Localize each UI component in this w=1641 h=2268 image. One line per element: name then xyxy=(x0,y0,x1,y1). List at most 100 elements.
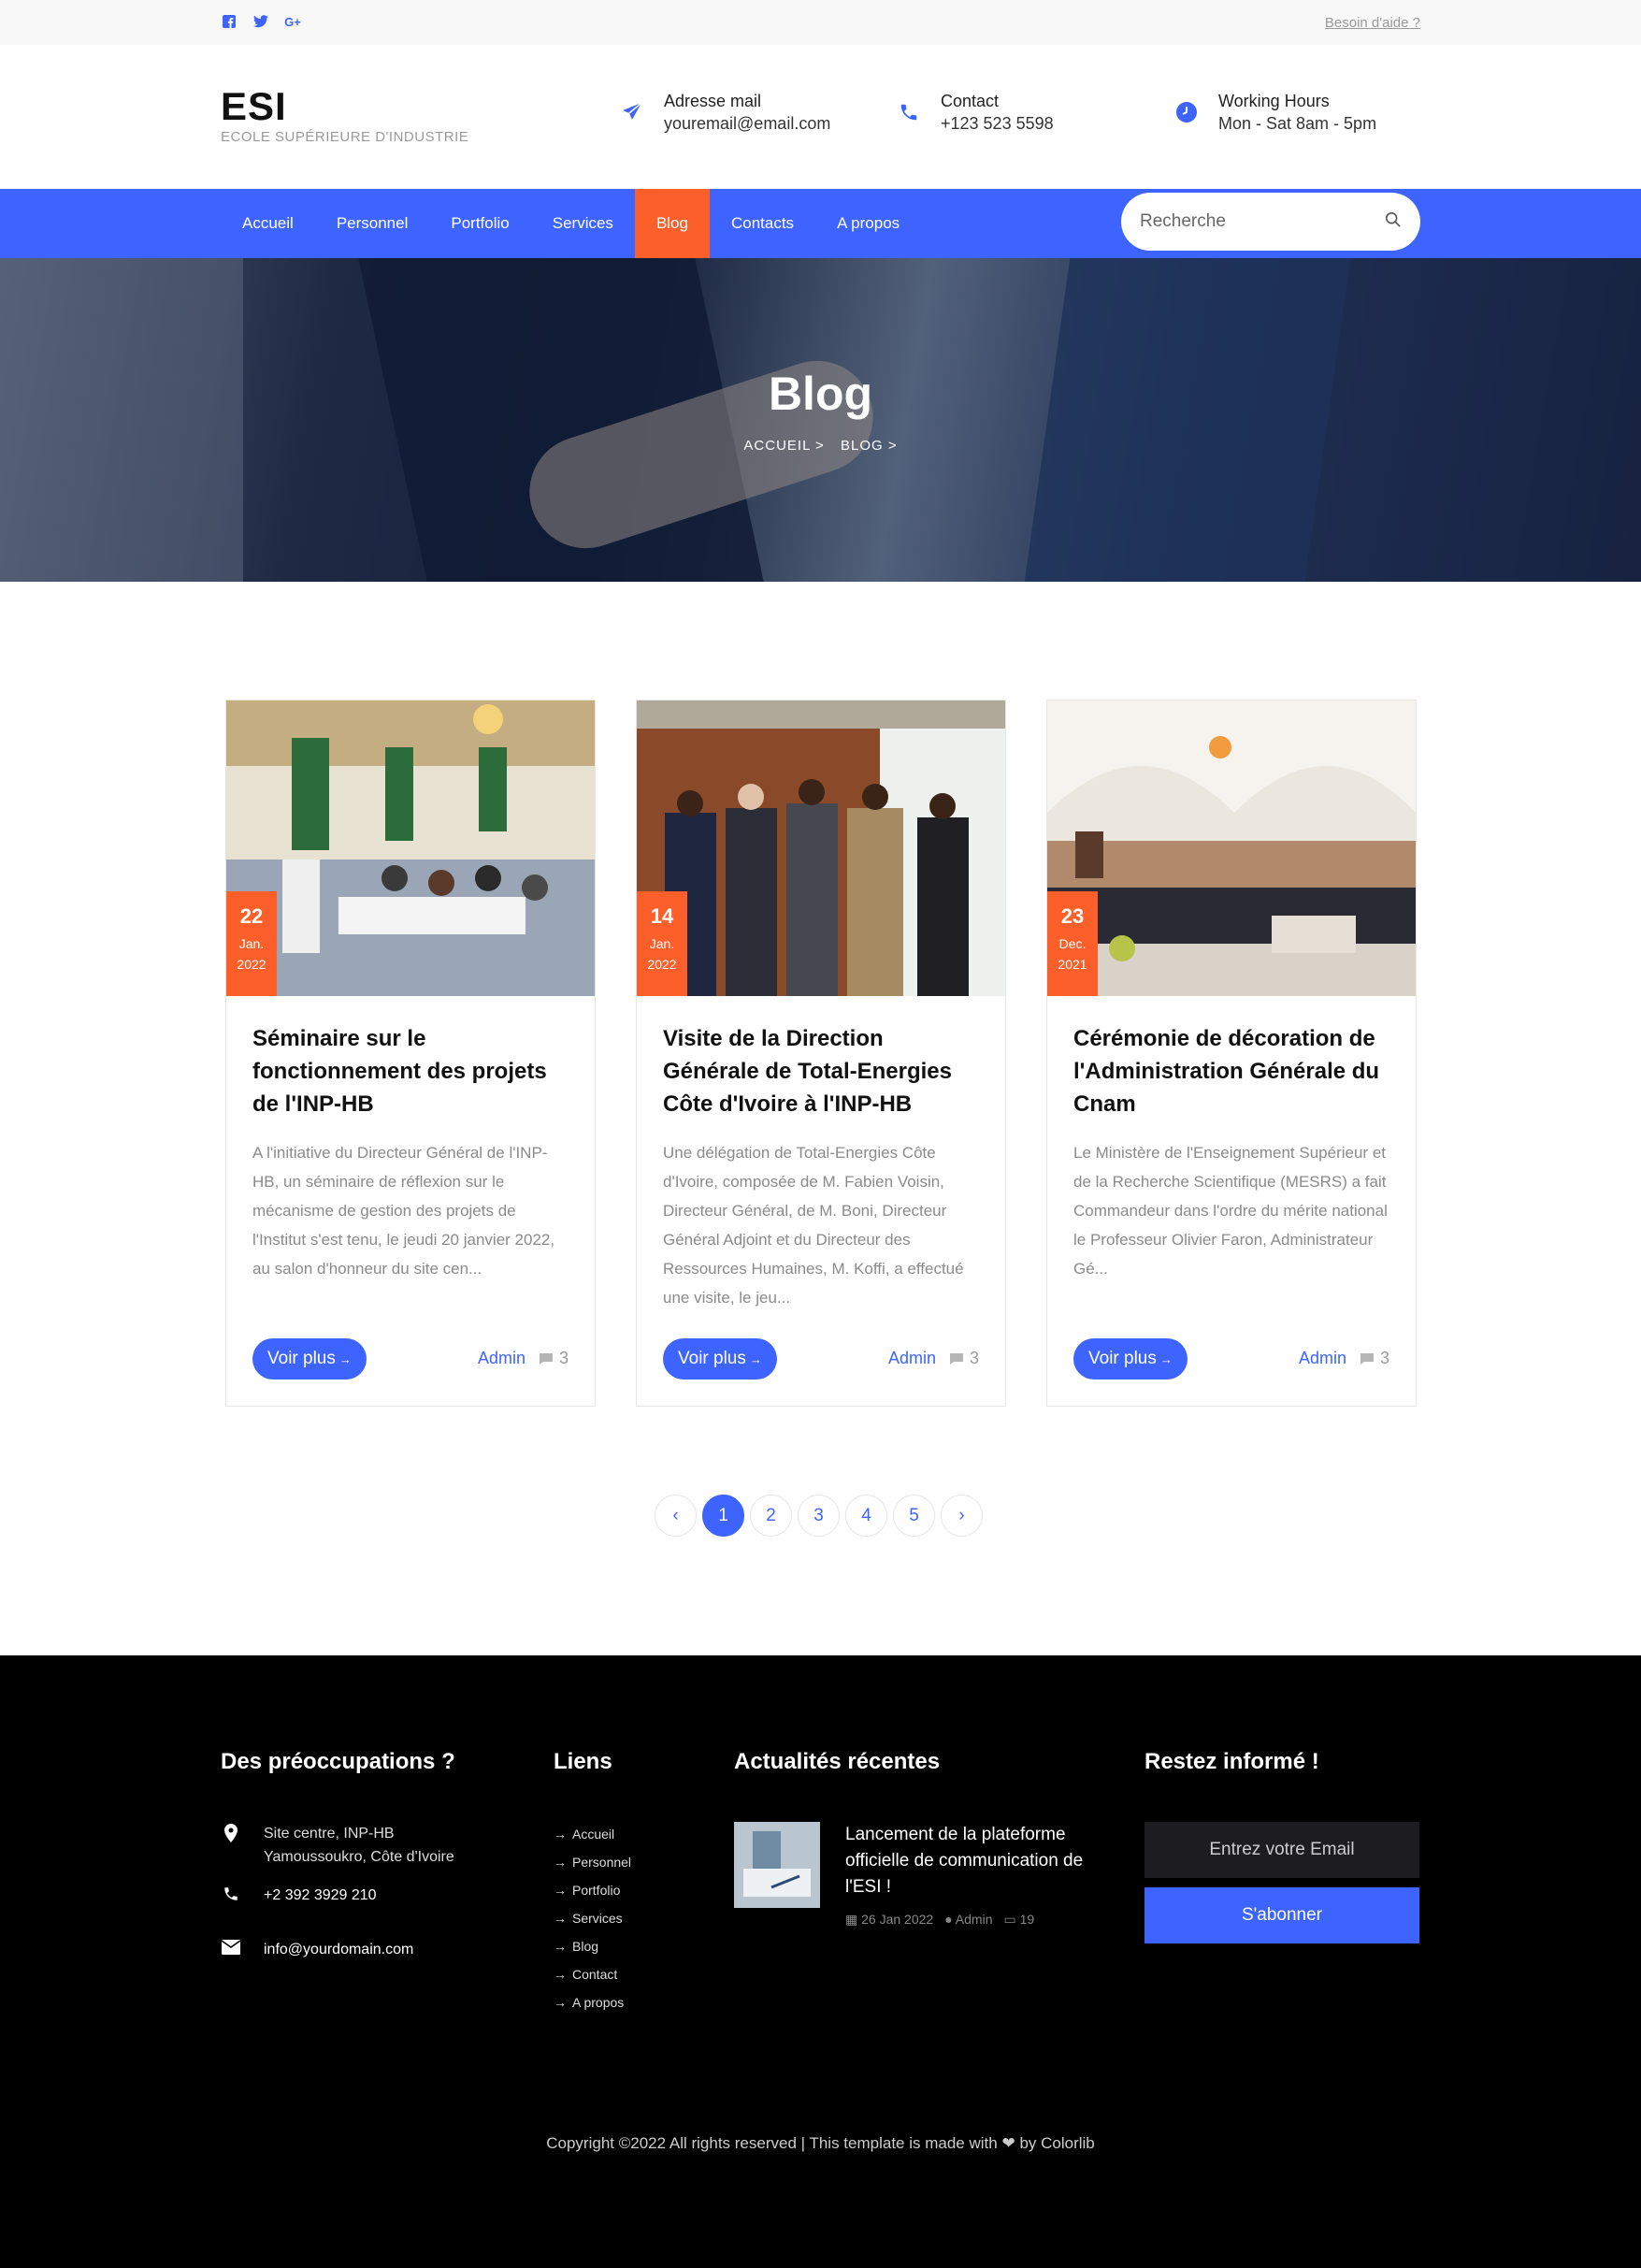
breadcrumb-home[interactable]: ACCUEIL > xyxy=(743,438,824,454)
footer-heading-contact: Des préoccupations ? xyxy=(221,1749,455,1774)
post-image[interactable] xyxy=(1047,701,1416,996)
breadcrumb: ACCUEIL > BLOG > xyxy=(0,438,1641,454)
footer-phone-text[interactable]: +2 392 3929 210 xyxy=(264,1884,377,1907)
read-more-button[interactable]: Voir plus → xyxy=(1073,1338,1188,1380)
read-more-label: Voir plus xyxy=(678,1349,746,1368)
comment-count: 3 xyxy=(558,1349,569,1367)
clock-icon xyxy=(1173,99,1200,125)
footer-link-label: Services xyxy=(572,1911,623,1926)
copyright-text: Copyright ©2022 All rights reserved | Th… xyxy=(546,2134,998,2152)
post-comments[interactable]: 3 xyxy=(1360,1349,1389,1368)
user-icon: ● xyxy=(944,1912,953,1927)
nav-items: Accueil Personnel Portfolio Services Blo… xyxy=(221,189,921,258)
post-comments[interactable]: 3 xyxy=(949,1349,979,1368)
info-contact-label: Contact xyxy=(941,92,1000,110)
post-image[interactable] xyxy=(226,701,595,996)
info-hours-label: Working Hours xyxy=(1218,92,1330,110)
google-plus-icon[interactable]: G+ xyxy=(284,13,301,30)
read-more-button[interactable]: Voir plus → xyxy=(663,1338,777,1380)
pagination-page-4[interactable]: 4 xyxy=(845,1495,887,1537)
copyright-credit[interactable]: by Colorlib xyxy=(1019,2134,1094,2152)
comment-count: 3 xyxy=(969,1349,979,1367)
post-author[interactable]: Admin xyxy=(478,1349,525,1368)
post-title[interactable]: Séminaire sur le fonctionnement des proj… xyxy=(252,1022,570,1120)
footer-link[interactable]: → Services xyxy=(554,1904,637,1932)
pagination-page-1[interactable]: 1 xyxy=(702,1495,744,1537)
logo-subtitle: ECOLE SUPÉRIEURE D'INDUSTRIE xyxy=(221,129,469,145)
nav-item-accueil[interactable]: Accueil xyxy=(221,189,315,258)
header: ESI ECOLE SUPÉRIEURE D'INDUSTRIE Adresse… xyxy=(0,45,1641,189)
footer-link[interactable]: → Personnel xyxy=(554,1848,637,1876)
logo[interactable]: ESI ECOLE SUPÉRIEURE D'INDUSTRIE xyxy=(221,86,469,146)
footer-email-text[interactable]: info@yourdomain.com xyxy=(264,1938,413,1961)
post-image[interactable] xyxy=(637,701,1005,996)
info-hours-value: Mon - Sat 8am - 5pm xyxy=(1218,114,1377,133)
help-link[interactable]: Besoin d'aide ? xyxy=(1325,15,1420,31)
footer-link[interactable]: → Portfolio xyxy=(554,1876,637,1904)
twitter-icon[interactable] xyxy=(252,13,269,30)
nav-item-a-propos[interactable]: A propos xyxy=(815,189,921,258)
post-day: 14 xyxy=(650,904,674,928)
paper-plane-icon xyxy=(619,99,645,125)
read-more-button[interactable]: Voir plus → xyxy=(252,1338,367,1380)
footer-link[interactable]: → Accueil xyxy=(554,1820,637,1848)
post-month: Dec. xyxy=(1058,936,1087,951)
post-date-badge: 23 Dec. 2021 xyxy=(1047,891,1098,996)
news-thumbnail[interactable] xyxy=(734,1822,820,1908)
post-meta: Admin 3 xyxy=(1299,1349,1389,1368)
info-hours: Working Hours Mon - Sat 8am - 5pm xyxy=(1173,90,1376,135)
post-date-badge: 22 Jan. 2022 xyxy=(226,891,277,996)
nav-item-services[interactable]: Services xyxy=(531,189,635,258)
arrow-right-icon: → xyxy=(554,1939,567,1954)
news-comments: ▭ 19 xyxy=(1003,1912,1034,1928)
topbar: G+ Besoin d'aide ? xyxy=(0,0,1641,45)
pagination-next[interactable]: › xyxy=(941,1495,983,1537)
footer-heading-links: Liens xyxy=(554,1749,612,1774)
footer-link[interactable]: → A propos xyxy=(554,1988,637,2016)
news-date-text: 26 Jan 2022 xyxy=(861,1912,934,1927)
news-meta: ▦ 26 Jan 2022 ● Admin ▭ 19 xyxy=(845,1912,1034,1928)
footer-link-label: Blog xyxy=(572,1939,599,1954)
footer-link[interactable]: → Blog xyxy=(554,1932,637,1960)
copyright: Copyright ©2022 All rights reserved | Th… xyxy=(0,2134,1641,2153)
subscribe-button[interactable]: S'abonner xyxy=(1144,1887,1419,1943)
post-title[interactable]: Visite de la Direction Générale de Total… xyxy=(663,1022,981,1120)
nav-item-portfolio[interactable]: Portfolio xyxy=(429,189,530,258)
search-icon[interactable] xyxy=(1385,211,1402,233)
footer: Des préoccupations ? Site centre, INP-HB… xyxy=(0,1655,1641,2268)
footer-link-label: A propos xyxy=(572,1995,625,2010)
pagination-prev[interactable]: ‹ xyxy=(655,1495,697,1537)
nav-item-contacts[interactable]: Contacts xyxy=(710,189,815,258)
arrow-right-icon: → xyxy=(554,1883,567,1898)
nav-item-personnel[interactable]: Personnel xyxy=(315,189,430,258)
arrow-right-icon: → xyxy=(554,1855,567,1870)
pagination-page-2[interactable]: 2 xyxy=(750,1495,792,1537)
arrow-right-icon: → xyxy=(554,1911,567,1926)
post-author[interactable]: Admin xyxy=(888,1349,936,1368)
post-comments[interactable]: 3 xyxy=(539,1349,569,1368)
footer-email: info@yourdomain.com xyxy=(221,1938,413,1961)
newsletter-email-input[interactable] xyxy=(1144,1822,1419,1878)
post-year: 2021 xyxy=(1058,957,1087,972)
arrow-right-icon: → xyxy=(338,1351,352,1366)
post-author[interactable]: Admin xyxy=(1299,1349,1346,1368)
post-title[interactable]: Cérémonie de décoration de l'Administrat… xyxy=(1073,1022,1391,1120)
post-month: Jan. xyxy=(238,936,265,951)
blog-card: 23 Dec. 2021 Cérémonie de décoration de … xyxy=(1046,700,1417,1407)
post-month: Jan. xyxy=(649,936,675,951)
info-email-label: Adresse mail xyxy=(664,92,762,110)
news-title[interactable]: Lancement de la plateforme officielle de… xyxy=(845,1822,1107,1900)
nav-item-blog[interactable]: Blog xyxy=(634,189,710,258)
facebook-icon[interactable] xyxy=(221,13,238,30)
pagination-page-5[interactable]: 5 xyxy=(893,1495,935,1537)
footer-address: Site centre, INP-HB Yamoussoukro, Côte d… xyxy=(221,1822,501,1869)
blog-card: 14 Jan. 2022 Visite de la Direction Géné… xyxy=(636,700,1006,1407)
pagination-page-3[interactable]: 3 xyxy=(798,1495,840,1537)
footer-link-label: Accueil xyxy=(572,1827,615,1842)
post-date-badge: 14 Jan. 2022 xyxy=(637,891,687,996)
search-input[interactable] xyxy=(1140,211,1385,232)
arrow-right-icon: → xyxy=(554,1827,567,1842)
footer-link[interactable]: → Contact xyxy=(554,1960,637,1988)
breadcrumb-blog: BLOG > xyxy=(840,438,898,454)
footer-heading-news: Actualités récentes xyxy=(734,1749,941,1774)
